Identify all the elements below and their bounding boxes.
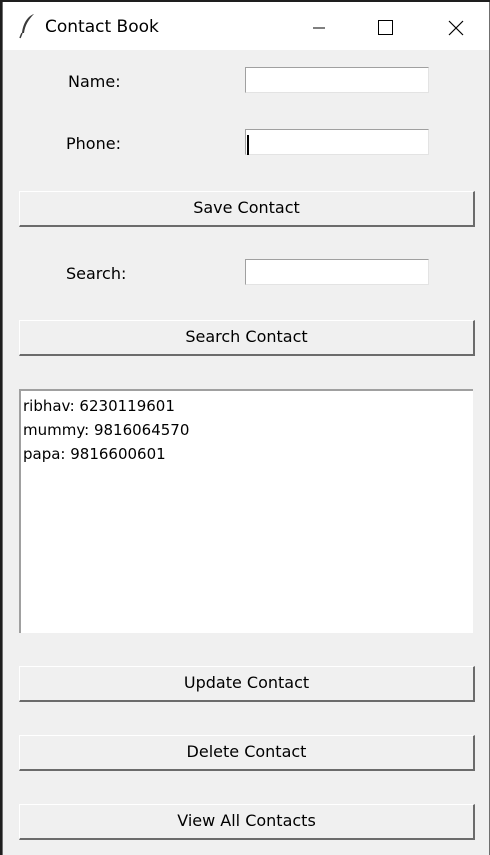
- maximize-icon: [378, 20, 393, 35]
- save-contact-button[interactable]: Save Contact: [19, 191, 475, 227]
- delete-contact-button[interactable]: Delete Contact: [19, 735, 475, 771]
- close-icon: [448, 20, 464, 36]
- search-field[interactable]: [245, 259, 429, 285]
- text-cursor: [247, 135, 249, 155]
- list-item[interactable]: papa: 9816600601: [23, 442, 471, 466]
- minimize-icon: [313, 27, 325, 29]
- contacts-listbox[interactable]: ribhav: 6230119601 mummy: 9816064570 pap…: [19, 389, 473, 633]
- list-item[interactable]: ribhav: 6230119601: [23, 394, 471, 418]
- app-window: Contact Book Name: Phone: Save Contact S…: [2, 2, 490, 855]
- phone-label: Phone:: [66, 134, 121, 153]
- window-title: Contact Book: [45, 17, 159, 37]
- title-bar[interactable]: Contact Book: [3, 2, 489, 50]
- list-item[interactable]: mummy: 9816064570: [23, 418, 471, 442]
- maximize-button[interactable]: [351, 2, 415, 50]
- update-contact-button[interactable]: Update Contact: [19, 666, 475, 702]
- minimize-button[interactable]: [287, 2, 351, 50]
- close-button[interactable]: [423, 2, 487, 50]
- name-label: Name:: [68, 72, 121, 91]
- feather-icon: [19, 14, 34, 39]
- name-field[interactable]: [245, 67, 429, 93]
- phone-field[interactable]: [245, 129, 429, 155]
- search-contact-button[interactable]: Search Contact: [19, 320, 475, 356]
- search-label: Search:: [66, 264, 127, 283]
- view-all-contacts-button[interactable]: View All Contacts: [19, 804, 475, 840]
